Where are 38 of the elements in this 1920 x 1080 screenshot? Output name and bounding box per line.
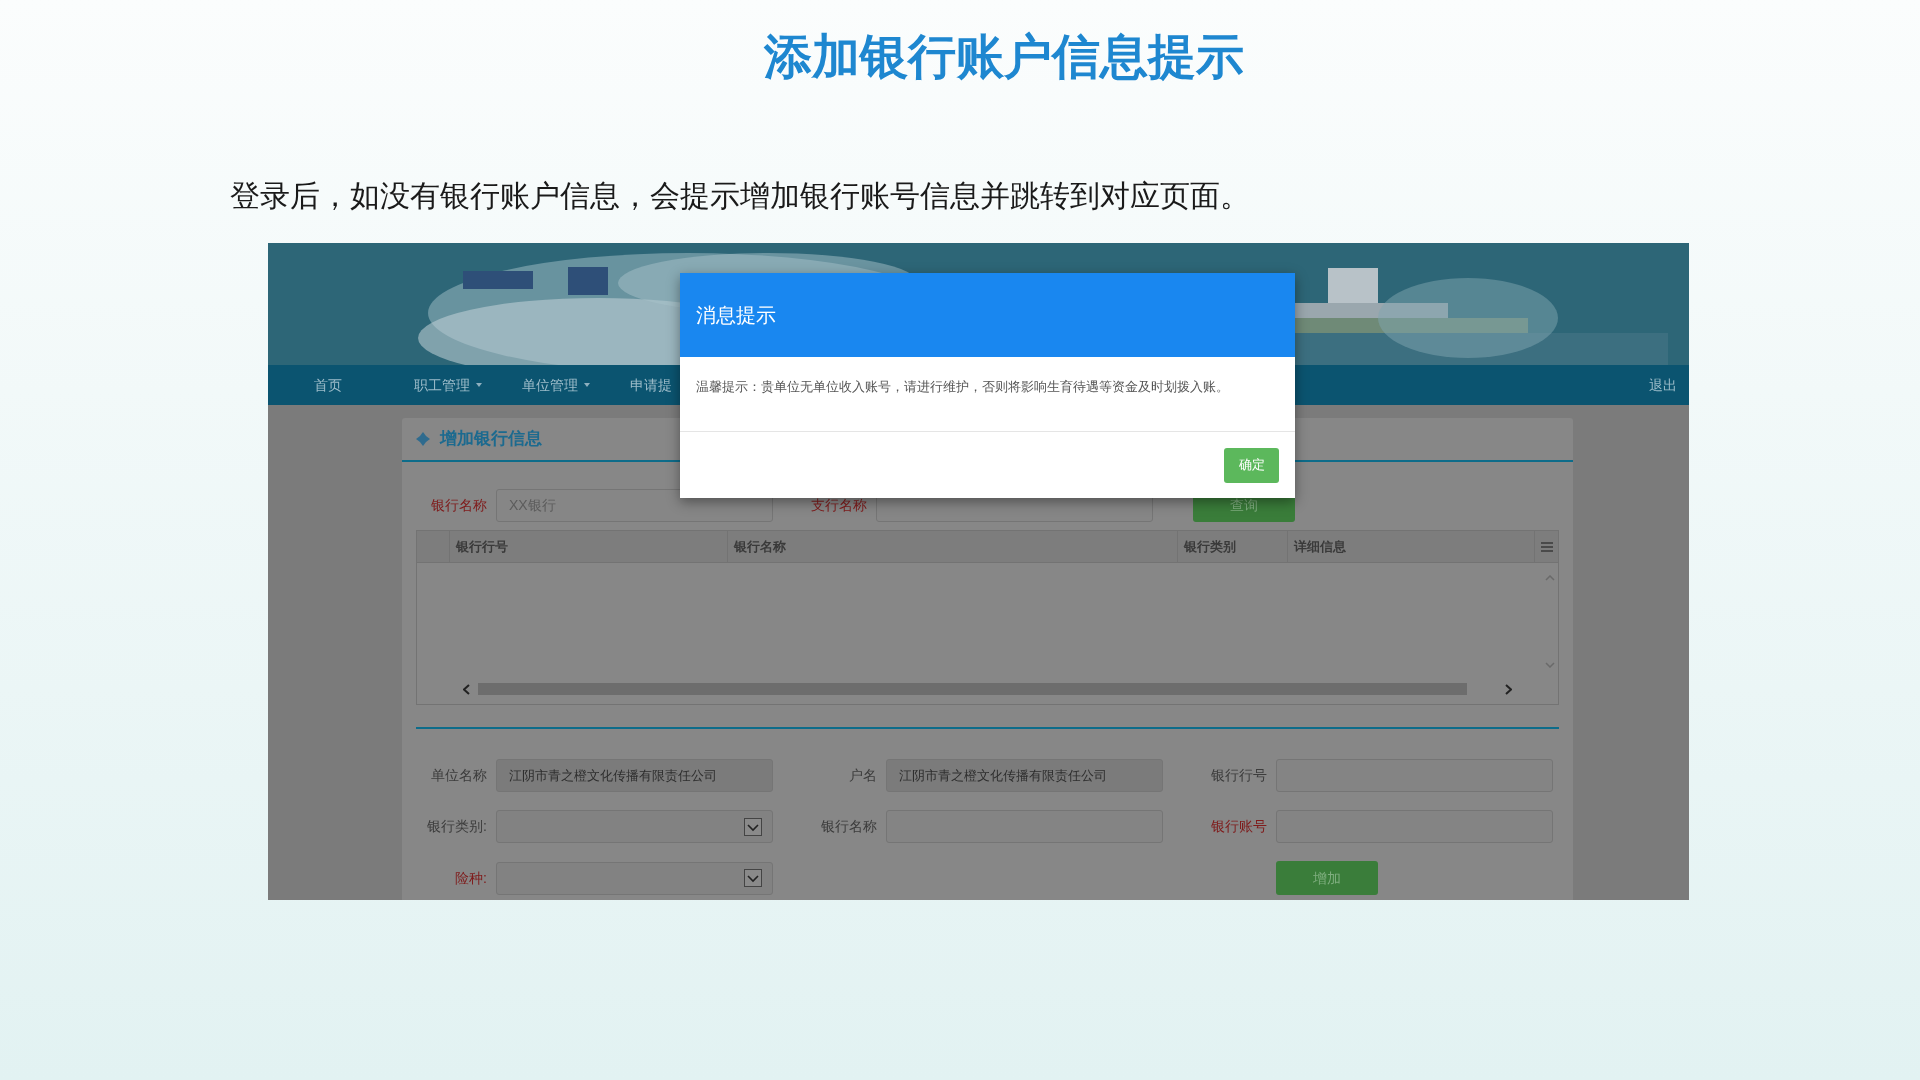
chevron-left-icon[interactable]: [463, 683, 470, 695]
nav-item[interactable]: 申请提: [630, 374, 672, 396]
chevron-right-icon[interactable]: [1505, 683, 1512, 695]
confirm-button[interactable]: 确定: [1224, 447, 1279, 483]
select-field[interactable]: [496, 861, 773, 895]
menu-icon[interactable]: [1540, 541, 1553, 552]
column-header[interactable]: 详细信息: [1294, 536, 1346, 557]
horizontal-scrollbar[interactable]: [478, 683, 1467, 695]
text-field[interactable]: 江阴市青之橙文化传播有限责任公司: [496, 759, 773, 792]
nav-item[interactable]: 单位管理: [522, 374, 578, 396]
chevron-down-icon[interactable]: [1545, 662, 1555, 668]
card-title: 增加银行信息: [440, 428, 542, 451]
chevron-down-icon: [744, 869, 762, 887]
column-header[interactable]: 银行行号: [456, 536, 508, 557]
field-label: 险种:: [454, 868, 488, 888]
field-label: 银行类别:: [426, 817, 488, 836]
add-button[interactable]: 增加: [1276, 861, 1378, 895]
field-label: 银行行号: [1210, 766, 1268, 785]
slide-title: 添加银行账户信息提示: [764, 29, 1244, 85]
select-field[interactable]: [496, 810, 773, 843]
column-header[interactable]: 银行名称: [734, 536, 786, 557]
field-label: 银行账号: [1210, 817, 1268, 836]
column-header[interactable]: 银行类别: [1184, 536, 1236, 557]
nav-item[interactable]: 职工管理: [414, 374, 470, 396]
dialog-message: 温馨提示：贵单位无单位收入账号，请进行维护，否则将影响生育待遇等资金及时划拨入账。: [696, 378, 1230, 396]
chevron-down-icon: [744, 817, 762, 836]
field-label: 单位名称: [430, 766, 488, 785]
field-label: 支行名称: [810, 495, 868, 515]
slide-description: 登录后，如没有银行账户信息，会提示增加银行账号信息并跳转到对应页面。: [230, 177, 1250, 215]
dialog-title: 消息提示: [696, 303, 776, 328]
field-label: 银行名称: [820, 817, 878, 836]
field-label: 户名: [848, 766, 878, 785]
diamond-icon: [416, 432, 430, 446]
text-field[interactable]: 江阴市青之橙文化传播有限责任公司: [886, 759, 1163, 792]
logout-link[interactable]: 退出: [1649, 374, 1677, 396]
nav-item[interactable]: 首页: [314, 374, 342, 396]
chevron-up-icon[interactable]: [1545, 575, 1555, 581]
field-label: 银行名称: [430, 495, 488, 515]
